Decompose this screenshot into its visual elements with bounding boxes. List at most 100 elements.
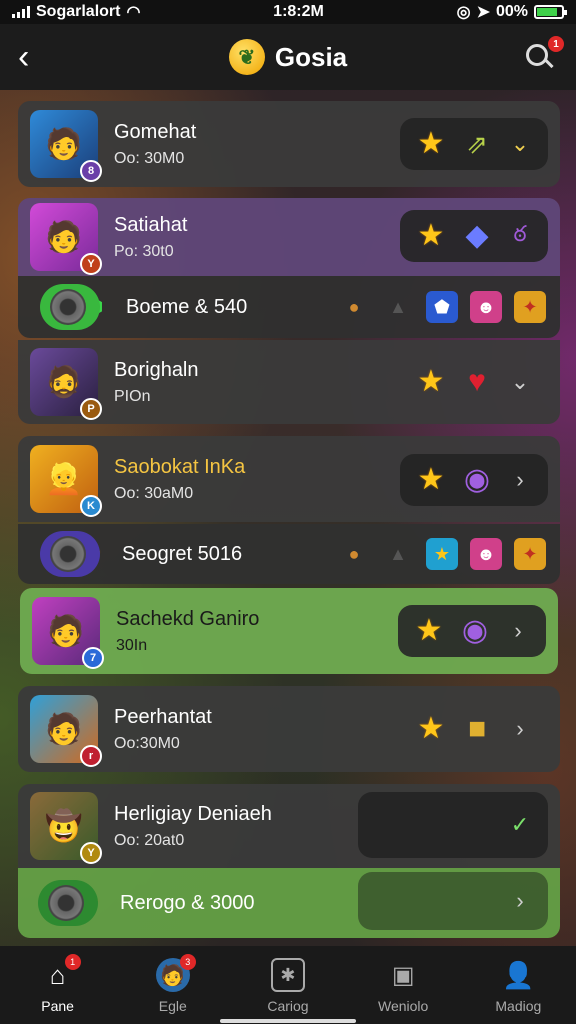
arrow-gem-icon: ⇗ — [466, 129, 488, 159]
purple-chevron-icon[interactable]: ఠ — [506, 221, 534, 252]
item-detail: Oo: 30aM0 — [114, 484, 194, 502]
anvil-icon: ▲ — [389, 296, 407, 317]
sub-item[interactable]: ★ Rerogo & 3000 › — [18, 868, 560, 938]
item-name: Satiahat — [114, 213, 188, 236]
sub-item[interactable]: ⬢ Boeme & 540 ● ▲ ⬟ ☻ ✦ — [18, 276, 560, 338]
item-detail: Oo: 30M0 — [114, 149, 185, 167]
coin-icon: ● — [348, 296, 360, 317]
tab-label: Cariog — [267, 998, 309, 1014]
avatar: 👱 K — [30, 445, 102, 517]
page-title: Gosia — [274, 41, 348, 72]
avatar: 🧑 Y — [30, 203, 102, 275]
star-icon: ★ — [417, 219, 445, 252]
target-icon: ◉ — [461, 614, 489, 647]
search-icon — [526, 44, 548, 66]
clock: 1:8:2M — [273, 3, 324, 20]
reward-icons: ★ ◆ ఠ — [400, 210, 548, 262]
level-badge: 8 — [80, 160, 102, 182]
checkmark-icon[interactable]: ✓ — [506, 812, 534, 838]
tab-label: Egle — [158, 998, 187, 1014]
item-detail: Po: 30t0 — [114, 242, 174, 260]
anvil-icon: ▲ — [389, 543, 407, 564]
tab-bar: ⌂ 1 Pane 🧑 3 Egle ✱ Cariog ▣ Weniolo 👤 Mad… — [0, 946, 576, 1024]
device-icon: ▣ — [391, 961, 415, 989]
star-icon: ★ — [417, 127, 445, 160]
list-item-selected[interactable]: 🧑 7 Sachekd Ganiro 30In ★ ◉ › — [20, 588, 558, 674]
tab-madiog[interactable]: 👤 Madiog — [468, 958, 568, 1015]
item-icons: ● ▲ ★ ☻ ✦ — [338, 538, 546, 570]
item-icons: ● ▲ ⬟ ☻ ✦ — [338, 291, 546, 323]
level-badge: Y — [80, 842, 102, 864]
chevron-right-icon[interactable]: › — [504, 618, 532, 644]
avatar: 🧑 r — [30, 695, 102, 767]
level-badge: 7 — [82, 647, 104, 669]
chest-icon: ✦ — [514, 538, 546, 570]
star-box-icon: ✱ — [270, 958, 305, 992]
tab-cariog[interactable]: ✱ Cariog — [238, 958, 338, 1014]
item-detail: 30In — [116, 636, 148, 654]
list-item[interactable]: 🧑 Y Satiahat Po: 30t0 ★ ◆ ఠ — [18, 198, 560, 276]
signal-icon — [12, 6, 30, 18]
reward-icons: ★ ■ › — [400, 703, 548, 755]
toggle-switch[interactable] — [40, 284, 100, 330]
chevron-right-icon[interactable]: › — [506, 467, 534, 493]
chevron-left-icon: ‹ — [18, 38, 30, 76]
item-name: Sachekd Ganiro — [116, 607, 260, 630]
level-badge: P — [80, 398, 102, 420]
profile-icon: 👤 — [502, 959, 535, 990]
list-item[interactable]: 👱 K Saobokat InKa Oo: 30aM0 ★ ◉ › — [18, 436, 560, 522]
reward-icons: ★ ◉ › — [398, 605, 546, 657]
carrier-name: Sogarlalort — [36, 3, 121, 20]
star-icon: ★ — [417, 712, 445, 745]
item-name: Seogret 5016 — [122, 542, 243, 565]
list-item[interactable]: 🤠 Y Herligiay Deniaeh Oo: 20at0 ✓ — [18, 784, 560, 868]
chest-icon: ✦ — [514, 291, 546, 323]
chevron-down-icon[interactable]: ⌄ — [506, 369, 534, 395]
heart-icon: ♥ — [468, 365, 486, 398]
tab-egle[interactable]: 🧑 3 Egle — [123, 954, 223, 1014]
status-bar: Sogarlalort ◠ 1:8:2M ◎ ➤ 00% — [0, 0, 576, 24]
reward-icons: ★ ⇗ ⌄ — [400, 118, 548, 170]
list-item[interactable]: 🧑 r Peerhantat Oo:30M0 ★ ■ › — [18, 686, 560, 772]
tab-home[interactable]: ⌂ 1 Pane — [8, 954, 108, 1014]
mask-icon: ☻ — [470, 538, 502, 570]
tab-weniolo[interactable]: ▣ Weniolo — [353, 958, 453, 1015]
toggle-switch[interactable] — [38, 880, 98, 926]
item-detail: Oo:30M0 — [114, 734, 180, 752]
search-button[interactable]: 1 — [524, 36, 564, 74]
toggle-switch[interactable] — [40, 531, 100, 577]
chevron-right-icon[interactable]: › — [506, 716, 534, 742]
star-box-icon: ★ — [426, 538, 458, 570]
item-name: Gomehat — [114, 120, 197, 143]
blue-shield-icon: ⬟ — [426, 291, 458, 323]
tab-badge: 1 — [64, 954, 81, 970]
avatar: 🧑 7 — [32, 597, 104, 669]
level-badge: r — [80, 745, 102, 767]
reward-icons: › — [358, 872, 548, 930]
avatar: 🧑 8 — [30, 110, 102, 182]
chevron-right-icon[interactable]: › — [506, 888, 534, 914]
item-detail: Oo: 20at0 — [114, 831, 185, 849]
list-item[interactable]: 🧑 8 Gomehat Oo: 30M0 ★ ⇗ ⌄ — [18, 101, 560, 187]
blue-gem-icon: ◆ — [465, 219, 489, 252]
notification-badge: 1 — [548, 36, 564, 52]
tab-label: Pane — [41, 998, 74, 1014]
mask-icon: ☻ — [470, 291, 502, 323]
reward-icons: ★ ♥ ⌄ — [400, 356, 548, 408]
item-name: Saobokat InKa — [114, 455, 246, 478]
coin-icon: ● — [348, 543, 360, 564]
target-icon: ◉ — [463, 463, 491, 496]
home-indicator — [220, 1019, 356, 1023]
list-item[interactable]: 🧔 P Borighaln PIOn ★ ♥ ⌄ — [18, 340, 560, 424]
battery-icon — [534, 5, 567, 19]
back-button[interactable]: ‹ — [18, 38, 48, 76]
avatar: 🧔 P — [30, 348, 102, 420]
wifi-icon: ◠ — [126, 4, 141, 21]
star-icon: ★ — [417, 463, 445, 496]
sub-item[interactable]: ★ Seogret 5016 ● ▲ ★ ☻ ✦ — [18, 524, 560, 584]
item-name: Peerhantat — [114, 705, 212, 728]
nav-icon: ➤ — [476, 4, 490, 21]
level-badge: K — [80, 495, 102, 517]
item-name: Borighaln — [114, 358, 199, 381]
chevron-down-icon[interactable]: ⌄ — [506, 131, 534, 157]
